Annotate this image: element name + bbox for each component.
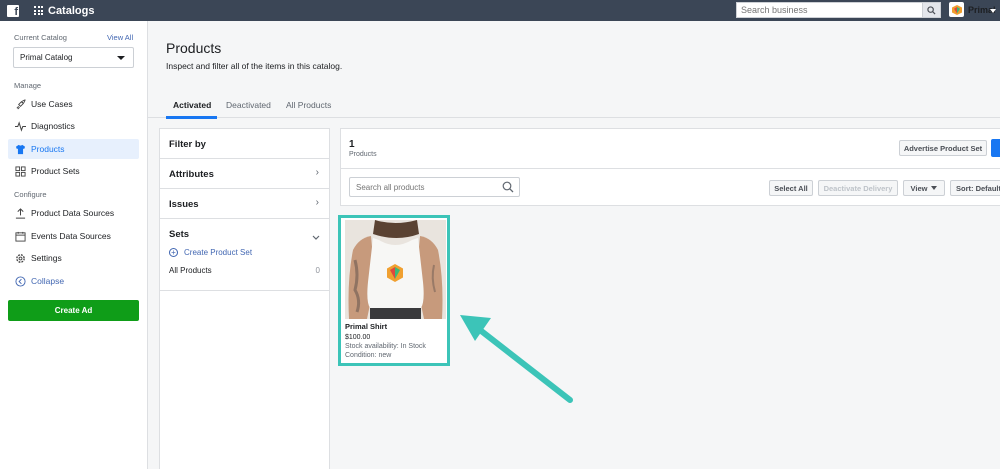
tab-activated[interactable]: Activated — [173, 100, 211, 110]
create-product-set-label: Create Product Set — [184, 248, 253, 257]
filter-header: Filter by — [160, 129, 329, 159]
sidebar-item-product-data-sources[interactable]: Product Data Sources — [8, 203, 139, 223]
search-button[interactable] — [923, 2, 941, 18]
product-image — [345, 220, 446, 319]
sidebar-item-settings[interactable]: Settings — [8, 248, 139, 268]
page-title: Products — [166, 40, 222, 56]
rocket-icon — [14, 98, 26, 110]
facebook-logo-icon[interactable]: f — [7, 4, 19, 17]
collapse-label: Collapse — [31, 276, 65, 286]
set-item-all-products[interactable]: All Products 0 — [169, 266, 320, 275]
active-tab-indicator — [166, 116, 217, 119]
product-name: Primal Shirt — [345, 322, 388, 331]
view-dropdown-label: View — [910, 183, 928, 193]
set-item-count: 0 — [315, 266, 320, 275]
sidebar-item-label: Use Cases — [31, 99, 73, 109]
sidebar-item-products[interactable]: Products — [8, 139, 139, 159]
manage-section-label: Manage — [14, 81, 42, 90]
search-icon[interactable] — [502, 181, 514, 196]
filter-title: Filter by — [169, 139, 206, 150]
tab-all-products[interactable]: All Products — [286, 100, 331, 110]
current-catalog-label: Current Catalog — [14, 33, 67, 42]
gear-icon — [14, 252, 26, 264]
annotation-arrow-icon — [460, 315, 573, 403]
sidebar-item-use-cases[interactable]: Use Cases — [8, 94, 139, 114]
apps-grid-icon[interactable] — [34, 6, 43, 15]
advertise-product-set-button[interactable]: Advertise Product Set — [899, 140, 987, 156]
pulse-icon — [14, 120, 26, 132]
catalog-select[interactable]: Primal Catalog — [13, 47, 134, 68]
view-all-link[interactable]: View All — [107, 33, 133, 42]
create-ad-button[interactable]: Create Ad — [8, 300, 139, 321]
app-title[interactable]: Catalogs — [48, 5, 94, 17]
catalog-select-value: Primal Catalog — [20, 53, 73, 62]
chevron-right-icon: › — [315, 167, 319, 178]
search-icon — [927, 5, 936, 15]
chevron-down-icon — [931, 186, 938, 190]
product-price: $100.00 — [345, 334, 371, 341]
results-panel: 1 Products Advertise Product Set Select … — [340, 128, 1000, 206]
plus-circle-icon: + — [169, 248, 178, 257]
chevron-down-icon — [117, 56, 125, 60]
add-products-button[interactable] — [991, 139, 1000, 157]
view-dropdown[interactable]: View — [903, 180, 945, 196]
configure-section-label: Configure — [14, 190, 47, 199]
sidebar-item-label: Product Data Sources — [31, 208, 115, 218]
sidebar-item-label: Settings — [31, 253, 62, 263]
divider — [160, 290, 329, 291]
filter-panel: Filter by Attributes › Issues › Sets + C… — [159, 128, 330, 469]
sidebar-item-events-data-sources[interactable]: Events Data Sources — [8, 226, 139, 246]
sort-dropdown[interactable]: Sort: Default — [950, 180, 1000, 196]
chevron-right-icon: › — [315, 197, 319, 208]
filter-sets-label: Sets — [169, 229, 190, 240]
create-product-set-link[interactable]: + Create Product Set — [169, 248, 252, 257]
sidebar-item-product-sets[interactable]: Product Sets — [8, 161, 139, 181]
product-count: 1 — [349, 139, 355, 150]
tab-deactivated[interactable]: Deactivated — [226, 100, 271, 110]
filter-issues-label: Issues — [169, 199, 199, 210]
sidebar-collapse[interactable]: Collapse — [8, 271, 139, 291]
calendar-icon — [14, 230, 26, 242]
product-count-label: Products — [349, 151, 377, 158]
filter-sets[interactable]: Sets — [160, 219, 329, 249]
chevron-down-icon — [312, 230, 320, 244]
product-search-input[interactable] — [350, 178, 490, 196]
divider — [341, 168, 1000, 169]
deactivate-delivery-button[interactable]: Deactivate Delivery — [818, 180, 898, 196]
product-card[interactable]: Primal Shirt $100.00 Stock availability:… — [338, 215, 450, 366]
filter-attributes-label: Attributes — [169, 169, 214, 180]
grid-icon — [14, 165, 26, 177]
product-condition: Condition: new — [345, 352, 392, 359]
product-stock: Stock availability: In Stock — [345, 343, 426, 350]
filter-issues[interactable]: Issues › — [160, 189, 329, 219]
shirt-icon — [14, 143, 26, 155]
sidebar-item-label: Product Sets — [31, 166, 80, 176]
business-search — [736, 2, 941, 18]
sidebar-item-label: Events Data Sources — [31, 231, 111, 241]
user-menu-caret-icon[interactable] — [990, 9, 996, 13]
select-all-button[interactable]: Select All — [769, 180, 813, 196]
upload-icon — [14, 207, 26, 219]
business-avatar[interactable] — [949, 2, 964, 17]
product-search — [349, 177, 520, 197]
tab-bar: Activated Deactivated All Products — [148, 94, 1000, 118]
filter-attributes[interactable]: Attributes › — [160, 159, 329, 189]
primal-logo-icon — [951, 4, 962, 15]
sidebar: Current Catalog View All Primal Catalog … — [0, 21, 148, 469]
sidebar-item-label: Products — [31, 144, 65, 154]
page-subtitle: Inspect and filter all of the items in t… — [166, 61, 343, 71]
sidebar-item-diagnostics[interactable]: Diagnostics — [8, 116, 139, 136]
business-search-input[interactable] — [736, 2, 923, 18]
sidebar-item-label: Diagnostics — [31, 121, 75, 131]
set-item-label: All Products — [169, 266, 212, 275]
collapse-icon — [14, 275, 26, 287]
